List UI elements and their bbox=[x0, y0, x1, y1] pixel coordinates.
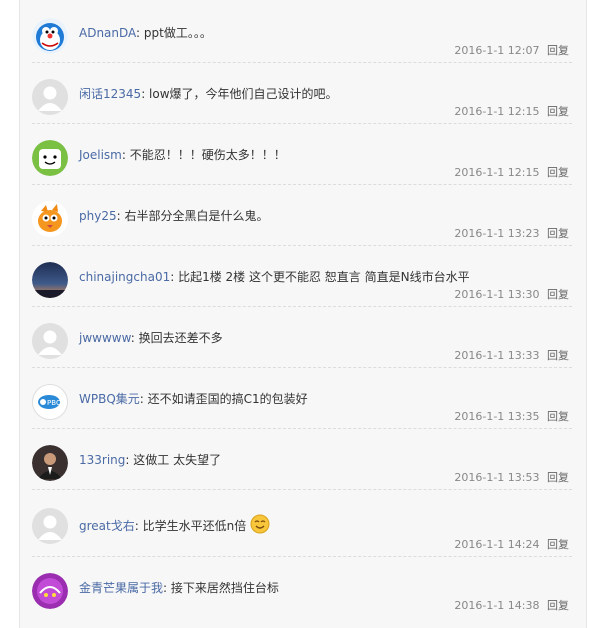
comment-timestamp: 2016-1-1 12:07 bbox=[454, 44, 540, 57]
purple-avatar[interactable] bbox=[32, 573, 68, 609]
comment-row: jwwwww: 换回去还差不多 2016-1-1 13:33 回复 bbox=[32, 307, 572, 368]
comment-timestamp: 2016-1-1 13:23 bbox=[454, 227, 540, 240]
default-avatar[interactable] bbox=[32, 323, 68, 359]
reply-link[interactable]: 回复 bbox=[547, 599, 569, 612]
comment-username[interactable]: chinajingcha01 bbox=[79, 270, 170, 284]
comment-username[interactable]: Joelism bbox=[79, 148, 122, 162]
comment-text: 比学生水平还低n倍 bbox=[142, 519, 247, 533]
comment-row: 闲话12345: low爆了，今年他们自己设计的吧。 2016-1-1 12:1… bbox=[32, 63, 572, 124]
reply-link[interactable]: 回复 bbox=[547, 349, 569, 362]
comment-row: 133ring: 这做工 太失望了 2016-1-1 13:53 回复 bbox=[32, 429, 572, 490]
comment-text: 换回去还差不多 bbox=[138, 331, 223, 345]
reply-link[interactable]: 回复 bbox=[547, 166, 569, 179]
comment-timestamp: 2016-1-1 13:35 bbox=[454, 410, 540, 423]
reply-link[interactable]: 回复 bbox=[547, 471, 569, 484]
reply-link[interactable]: 回复 bbox=[547, 227, 569, 240]
reply-link[interactable]: 回复 bbox=[547, 410, 569, 423]
cartoon-avatar[interactable] bbox=[32, 140, 68, 176]
reply-link[interactable]: 回复 bbox=[547, 288, 569, 301]
comment-timestamp: 2016-1-1 12:15 bbox=[454, 105, 540, 118]
comment-row: ADnanDA: ppt做工。。。 2016-1-1 12:07 回复 bbox=[32, 2, 572, 63]
comment-text: 这做工 太失望了 bbox=[133, 453, 222, 467]
reply-link[interactable]: 回复 bbox=[547, 105, 569, 118]
bird-avatar[interactable] bbox=[32, 201, 68, 237]
default-avatar[interactable] bbox=[32, 79, 68, 115]
comment-username[interactable]: 闲话12345 bbox=[79, 87, 141, 101]
comment-username[interactable]: 133ring bbox=[79, 453, 125, 467]
comment-panel: ADnanDA: ppt做工。。。 2016-1-1 12:07 回复 闲话12… bbox=[19, 0, 587, 628]
svg-text:PBQ: PBQ bbox=[47, 399, 62, 407]
comment-timestamp: 2016-1-1 14:38 bbox=[454, 599, 540, 612]
comment-timestamp: 2016-1-1 13:53 bbox=[454, 471, 540, 484]
sunset-avatar[interactable] bbox=[32, 262, 68, 298]
comment-timestamp: 2016-1-1 14:24 bbox=[454, 538, 540, 551]
comment-username[interactable]: jwwwww bbox=[79, 331, 131, 345]
comment-text: 比起1楼 2楼 这个更不能忍 恕直言 简直是N线市台水平 bbox=[178, 270, 470, 284]
comment-username[interactable]: WPBQ集元 bbox=[79, 392, 140, 406]
comment-text: ppt做工。。。 bbox=[143, 26, 212, 40]
comment-username[interactable]: phy25 bbox=[79, 209, 117, 223]
comment-username[interactable]: ADnanDA bbox=[79, 26, 136, 40]
comment-timestamp: 2016-1-1 13:33 bbox=[454, 349, 540, 362]
reply-link[interactable]: 回复 bbox=[547, 44, 569, 57]
doraemon-avatar[interactable] bbox=[32, 18, 68, 54]
comment-row: PBQ WPBQ集元: 还不如请歪国的搞C1的包装好 2016-1-1 13:3… bbox=[32, 368, 572, 429]
comment-row: 金青芒果属于我: 接下来居然挡住台标 2016-1-1 14:38 回复 bbox=[32, 557, 572, 617]
comment-text: 还不如请歪国的搞C1的包装好 bbox=[147, 392, 308, 406]
comment-row: Joelism: 不能忍！！！硬伤太多！！！ 2016-1-1 12:15 回复 bbox=[32, 124, 572, 185]
comment-text: 不能忍！！！硬伤太多！！！ bbox=[129, 148, 286, 162]
comment-text: 右半部分全黑白是什么鬼。 bbox=[124, 209, 269, 223]
photo-avatar[interactable] bbox=[32, 445, 68, 481]
comment-text: low爆了，今年他们自己设计的吧。 bbox=[149, 87, 338, 101]
pbq-logo-avatar[interactable]: PBQ bbox=[32, 384, 68, 420]
comment-row: chinajingcha01: 比起1楼 2楼 这个更不能忍 恕直言 简直是N线… bbox=[32, 246, 572, 307]
smile-emoji-icon bbox=[250, 514, 270, 538]
comment-timestamp: 2016-1-1 13:30 bbox=[454, 288, 540, 301]
comment-row: great戈右: 比学生水平还低n倍 2016-1-1 14:24 回复 bbox=[32, 490, 572, 557]
comment-username[interactable]: 金青芒果属于我 bbox=[79, 581, 163, 595]
comment-text: 接下来居然挡住台标 bbox=[170, 581, 279, 595]
comment-timestamp: 2016-1-1 12:15 bbox=[454, 166, 540, 179]
comment-row: phy25: 右半部分全黑白是什么鬼。 2016-1-1 13:23 回复 bbox=[32, 185, 572, 246]
default-avatar[interactable] bbox=[32, 508, 68, 544]
reply-link[interactable]: 回复 bbox=[547, 538, 569, 551]
comment-username[interactable]: great戈右 bbox=[79, 519, 135, 533]
